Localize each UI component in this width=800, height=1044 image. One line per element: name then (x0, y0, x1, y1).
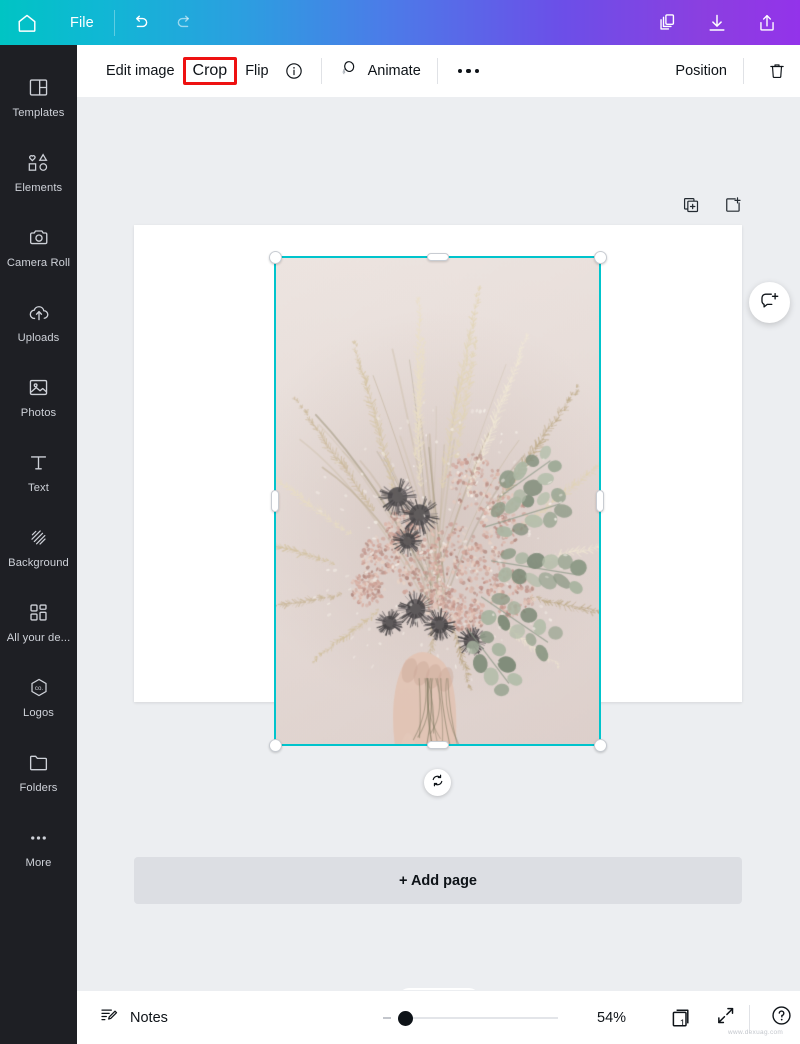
trash-icon[interactable] (754, 61, 800, 81)
editor-canvas-area: + Add page (77, 97, 800, 990)
animate-icon (338, 58, 359, 84)
page-count-button[interactable]: 1 (661, 998, 701, 1038)
sidebar-item-label: Background (8, 556, 69, 569)
camera-icon (27, 225, 51, 251)
sidebar-item-label: Text (28, 481, 49, 494)
page-tools (681, 195, 743, 215)
zoom-percentage[interactable]: 54% (597, 1010, 626, 1026)
home-icon[interactable] (0, 0, 54, 45)
undo-icon[interactable] (119, 0, 163, 45)
bottombar-divider (749, 1005, 750, 1031)
chat-add-button[interactable] (749, 282, 790, 323)
sidebar-item-uploads[interactable]: Uploads (0, 284, 77, 359)
bouquet-photo (275, 257, 600, 745)
svg-text:co.: co. (34, 685, 42, 692)
notes-button[interactable]: Notes (91, 999, 176, 1036)
file-menu-button[interactable]: File (54, 0, 110, 45)
bouquet-canvas (275, 257, 600, 745)
background-hatch-icon (27, 525, 50, 551)
bouquet-image[interactable] (275, 257, 600, 745)
notes-pencil-icon (99, 1005, 119, 1030)
grid-squares-icon (27, 600, 50, 626)
add-page-icon[interactable] (723, 195, 743, 215)
expand-arrows-icon (715, 1005, 736, 1031)
add-page-button[interactable]: + Add page (134, 857, 742, 904)
more-dots-icon (27, 825, 50, 851)
toolbar-divider (320, 58, 322, 84)
toolbar-divider (743, 58, 744, 84)
help-circle-icon (770, 1004, 793, 1032)
sidebar-item-folders[interactable]: Folders (0, 734, 77, 809)
chat-add-icon (759, 290, 780, 316)
duplicate-layers-icon[interactable] (642, 0, 692, 45)
notes-label: Notes (130, 1009, 168, 1026)
zoom-out-icon[interactable] (383, 1017, 391, 1019)
sidebar-item-label: Templates (12, 106, 65, 119)
info-circle-icon[interactable] (277, 54, 311, 88)
redo-icon[interactable] (163, 0, 207, 45)
toolbar-divider (113, 9, 115, 36)
top-app-bar: File (0, 0, 800, 45)
rotate-handle[interactable] (424, 769, 451, 796)
sidebar-item-text[interactable]: Text (0, 434, 77, 509)
elements-icon (26, 150, 51, 176)
animate-label: Animate (367, 63, 421, 79)
logos-hexagon-icon: co. (27, 675, 51, 701)
sidebar-item-label: All your de... (6, 631, 71, 644)
sidebar-item-label: Logos (23, 706, 54, 719)
sidebar-item-label: Folders (19, 781, 58, 794)
upload-cloud-icon (27, 300, 51, 326)
duplicate-page-icon[interactable] (681, 195, 701, 215)
sidebar-item-label: Camera Roll (6, 256, 71, 269)
bottom-bar: Notes 54% 1 (77, 990, 800, 1044)
canva-editor-window: File Templates Elements Camera Roll Uplo… (0, 0, 800, 1044)
watermark: www.dexuag.com (728, 1029, 784, 1036)
sidebar-item-label: Photos (20, 406, 57, 419)
download-icon[interactable] (692, 0, 742, 45)
zoom-slider[interactable] (383, 1008, 558, 1028)
sidebar-item-label: Elements (14, 181, 63, 194)
toolbar-divider (436, 58, 438, 84)
sidebar-item-photos[interactable]: Photos (0, 359, 77, 434)
sidebar-item-camera-roll[interactable]: Camera Roll (0, 209, 77, 284)
photos-icon (27, 375, 50, 401)
position-button[interactable]: Position (669, 58, 733, 84)
sidebar-item-background[interactable]: Background (0, 509, 77, 584)
sidebar-item-all-your-designs[interactable]: All your de... (0, 584, 77, 659)
sidebar-item-elements[interactable]: Elements (0, 134, 77, 209)
text-t-icon (27, 450, 50, 476)
crop-button[interactable]: Crop (182, 57, 238, 85)
sidebar-item-label: More (25, 856, 52, 869)
left-sidebar: Templates Elements Camera Roll Uploads P… (0, 45, 77, 1044)
page-number: 1 (679, 1017, 686, 1029)
share-upload-icon[interactable] (742, 0, 792, 45)
zoom-slider-track[interactable] (399, 1017, 558, 1019)
edit-image-button[interactable]: Edit image (98, 58, 183, 84)
templates-icon (27, 75, 50, 101)
zoom-slider-thumb[interactable] (398, 1011, 413, 1026)
animate-button[interactable]: Animate (332, 54, 427, 88)
sidebar-item-logos[interactable]: co. Logos (0, 659, 77, 734)
more-options-icon[interactable] (448, 68, 490, 74)
folder-icon (27, 750, 50, 776)
pages-stack-icon: 1 (668, 1005, 694, 1031)
image-context-toolbar: Edit image Crop Flip Animate Position (77, 45, 800, 97)
sidebar-item-templates[interactable]: Templates (0, 59, 77, 134)
sidebar-item-more[interactable]: More (0, 809, 77, 884)
sidebar-item-label: Uploads (17, 331, 60, 344)
flip-button[interactable]: Flip (237, 58, 276, 84)
rotate-icon (430, 773, 445, 793)
